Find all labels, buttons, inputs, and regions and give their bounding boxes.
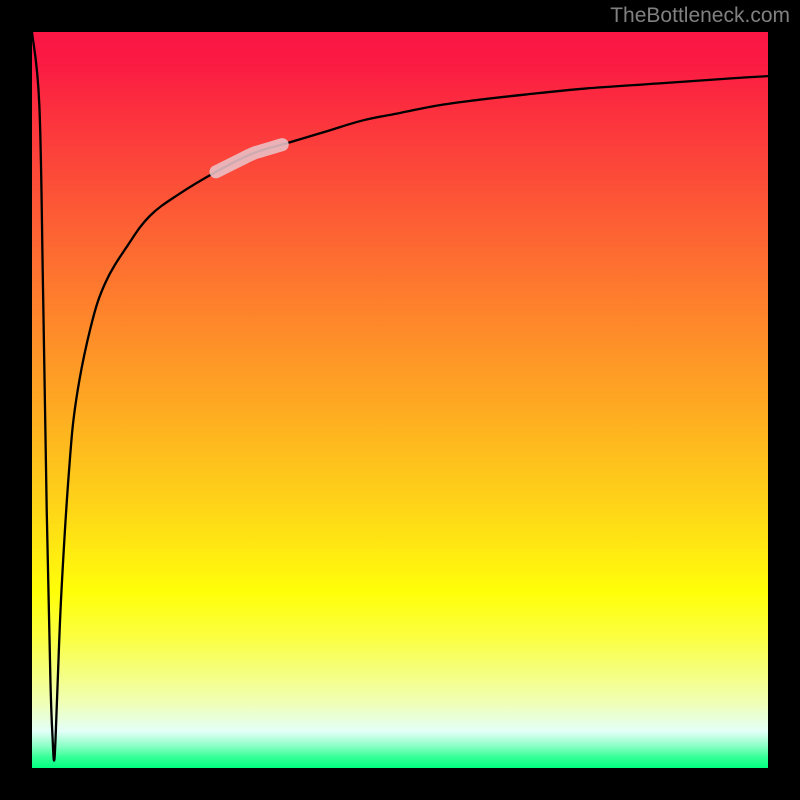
chart-plot-area (32, 32, 768, 768)
bottleneck-curve-line (32, 32, 768, 761)
attribution-text: TheBottleneck.com (610, 4, 790, 28)
curve-highlight-segment (216, 145, 282, 172)
chart-svg (32, 32, 768, 768)
